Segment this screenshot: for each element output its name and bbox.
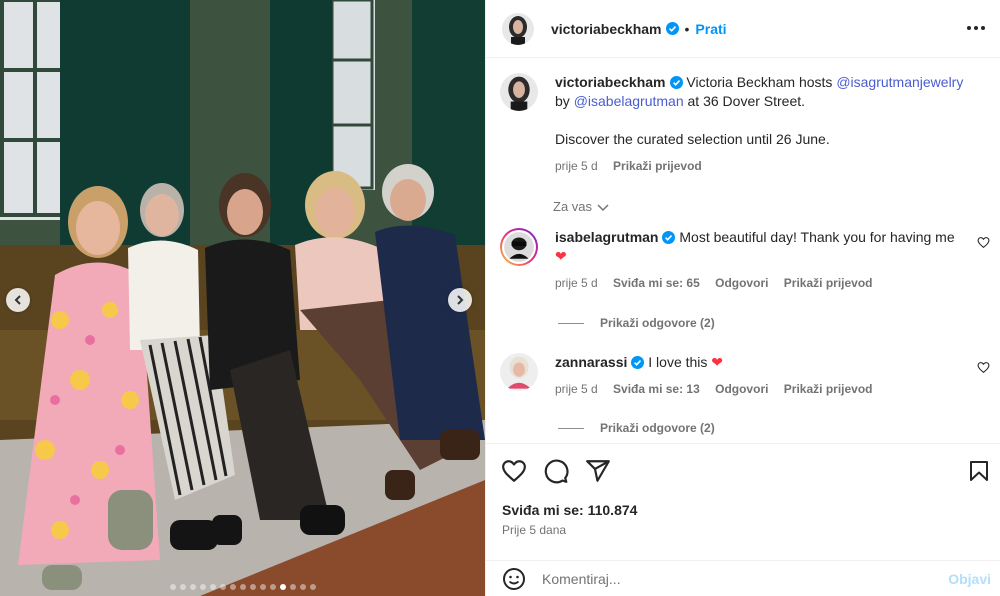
chevron-right-icon (457, 295, 464, 305)
like-button[interactable] (501, 458, 527, 489)
separator-bullet: • (684, 20, 690, 37)
view-replies-button[interactable]: Prikaži odgovore (2) (558, 421, 715, 435)
carousel-dot (169, 584, 176, 590)
carousel-dot (219, 584, 226, 590)
comment-likes[interactable]: Sviđa mi se: 65 (613, 276, 700, 290)
carousel-dot (299, 584, 306, 590)
divider-line (558, 322, 584, 324)
post-comment-button[interactable]: Objavi (948, 571, 991, 587)
commenter-avatar[interactable] (500, 353, 538, 391)
carousel-dot (229, 584, 236, 590)
carousel-dot (249, 584, 256, 590)
heart-emoji: ❤ (711, 354, 724, 370)
carousel-indicator (0, 584, 485, 590)
heart-emoji: ❤ (555, 248, 567, 264)
caption-text: Victoria Beckham hosts (686, 74, 837, 90)
carousel-dot (199, 584, 206, 590)
view-replies-label: Prikaži odgovore (2) (600, 421, 715, 435)
comment-meta: prije 5 d Sviđa mi se: 13 Odgovori Prika… (555, 380, 965, 399)
caption-text: at 36 Dover Street. (683, 93, 806, 109)
commenter-avatar[interactable] (500, 228, 538, 266)
comment-text: I love this (648, 354, 708, 370)
translate-button[interactable]: Prikaži prijevod (784, 276, 873, 290)
divider-line (558, 427, 584, 429)
chevron-left-icon (14, 295, 21, 305)
carousel-dot (239, 584, 246, 590)
comment-meta: prije 5 d Sviđa mi se: 65 Odgovori Prika… (555, 274, 965, 293)
caption-author-avatar[interactable] (500, 73, 538, 111)
carousel-dot (279, 584, 286, 590)
verified-badge-icon (662, 231, 676, 244)
smiley-icon[interactable] (502, 567, 526, 591)
carousel-dot (289, 584, 296, 590)
likes-count[interactable]: Sviđa mi se: 110.874 (502, 502, 637, 518)
author-username[interactable]: victoriabeckham (551, 21, 662, 37)
carousel-dot (259, 584, 266, 590)
follow-button[interactable]: Prati (695, 21, 726, 37)
group-photo-image (0, 0, 485, 596)
comment-input[interactable] (542, 570, 922, 587)
share-icon (586, 460, 610, 482)
author-avatar[interactable] (502, 12, 534, 45)
mention-link-isagrutmanjewelry[interactable]: @isagrutmanjewelry (836, 74, 963, 90)
carousel-dot (309, 584, 316, 590)
for-you-filter[interactable]: Za vas (553, 199, 610, 214)
carousel-dot (269, 584, 276, 590)
translate-button[interactable]: Prikaži prijevod (613, 159, 702, 173)
bookmark-icon (970, 461, 988, 481)
post-header: victoriabeckham • Prati (486, 0, 1000, 58)
comment-icon (544, 459, 569, 484)
caption-username[interactable]: victoriabeckham (555, 74, 666, 90)
commenter-username[interactable]: zannarassi (555, 354, 627, 370)
save-button[interactable] (967, 458, 991, 489)
carousel-prev-button[interactable] (6, 288, 30, 312)
verified-badge-icon (669, 76, 683, 89)
comment-item: isabelagrutman Most beautiful day! Thank… (500, 228, 990, 293)
like-comment-heart-icon[interactable] (977, 361, 990, 374)
reply-button[interactable]: Odgovori (715, 382, 768, 396)
comments-area[interactable]: victoriabeckham Victoria Beckham hosts @… (486, 59, 1000, 442)
more-options-icon[interactable] (966, 18, 986, 38)
view-replies-label: Prikaži odgovore (2) (600, 316, 715, 330)
view-replies-button[interactable]: Prikaži odgovore (2) (558, 316, 715, 330)
translate-button[interactable]: Prikaži prijevod (784, 382, 873, 396)
comment-time[interactable]: prije 5 d (555, 276, 598, 290)
carousel-dot (209, 584, 216, 590)
carousel-dot (189, 584, 196, 590)
caption-text: by (555, 93, 574, 109)
comment-item: zannarassi I love this ❤ prije 5 d Sviđa… (500, 353, 990, 399)
verified-badge-icon (631, 356, 645, 369)
comment-button[interactable] (543, 458, 569, 489)
comment-composer: Objavi (486, 560, 1000, 596)
carousel-dot (179, 584, 186, 590)
verified-badge-icon (665, 22, 679, 35)
post-caption: victoriabeckham Victoria Beckham hosts @… (500, 73, 985, 176)
caption-meta: prije 5 d Prikaži prijevod (555, 157, 985, 176)
for-you-label: Za vas (553, 199, 593, 214)
heart-icon (502, 460, 526, 482)
post-date[interactable]: Prije 5 dana (502, 523, 566, 537)
comment-time[interactable]: prije 5 d (555, 382, 598, 396)
chevron-down-icon (597, 203, 609, 211)
mention-link-isabelagrutman[interactable]: @isabelagrutman (574, 93, 684, 109)
share-button[interactable] (585, 458, 611, 489)
post-photo[interactable] (0, 0, 485, 596)
reply-button[interactable]: Odgovori (715, 276, 768, 290)
like-comment-heart-icon[interactable] (977, 236, 990, 249)
post-side-panel: victoriabeckham • Prati victoriabeckham … (485, 0, 1000, 596)
caption-text: Discover the curated selection until 26 … (555, 131, 830, 147)
carousel-next-button[interactable] (448, 288, 472, 312)
comment-text: Most beautiful day! Thank you for having… (679, 229, 955, 245)
comment-likes[interactable]: Sviđa mi se: 13 (613, 382, 700, 396)
commenter-username[interactable]: isabelagrutman (555, 229, 658, 245)
post-actions: Sviđa mi se: 110.874 Prije 5 dana (486, 443, 1000, 546)
caption-time[interactable]: prije 5 d (555, 159, 598, 173)
